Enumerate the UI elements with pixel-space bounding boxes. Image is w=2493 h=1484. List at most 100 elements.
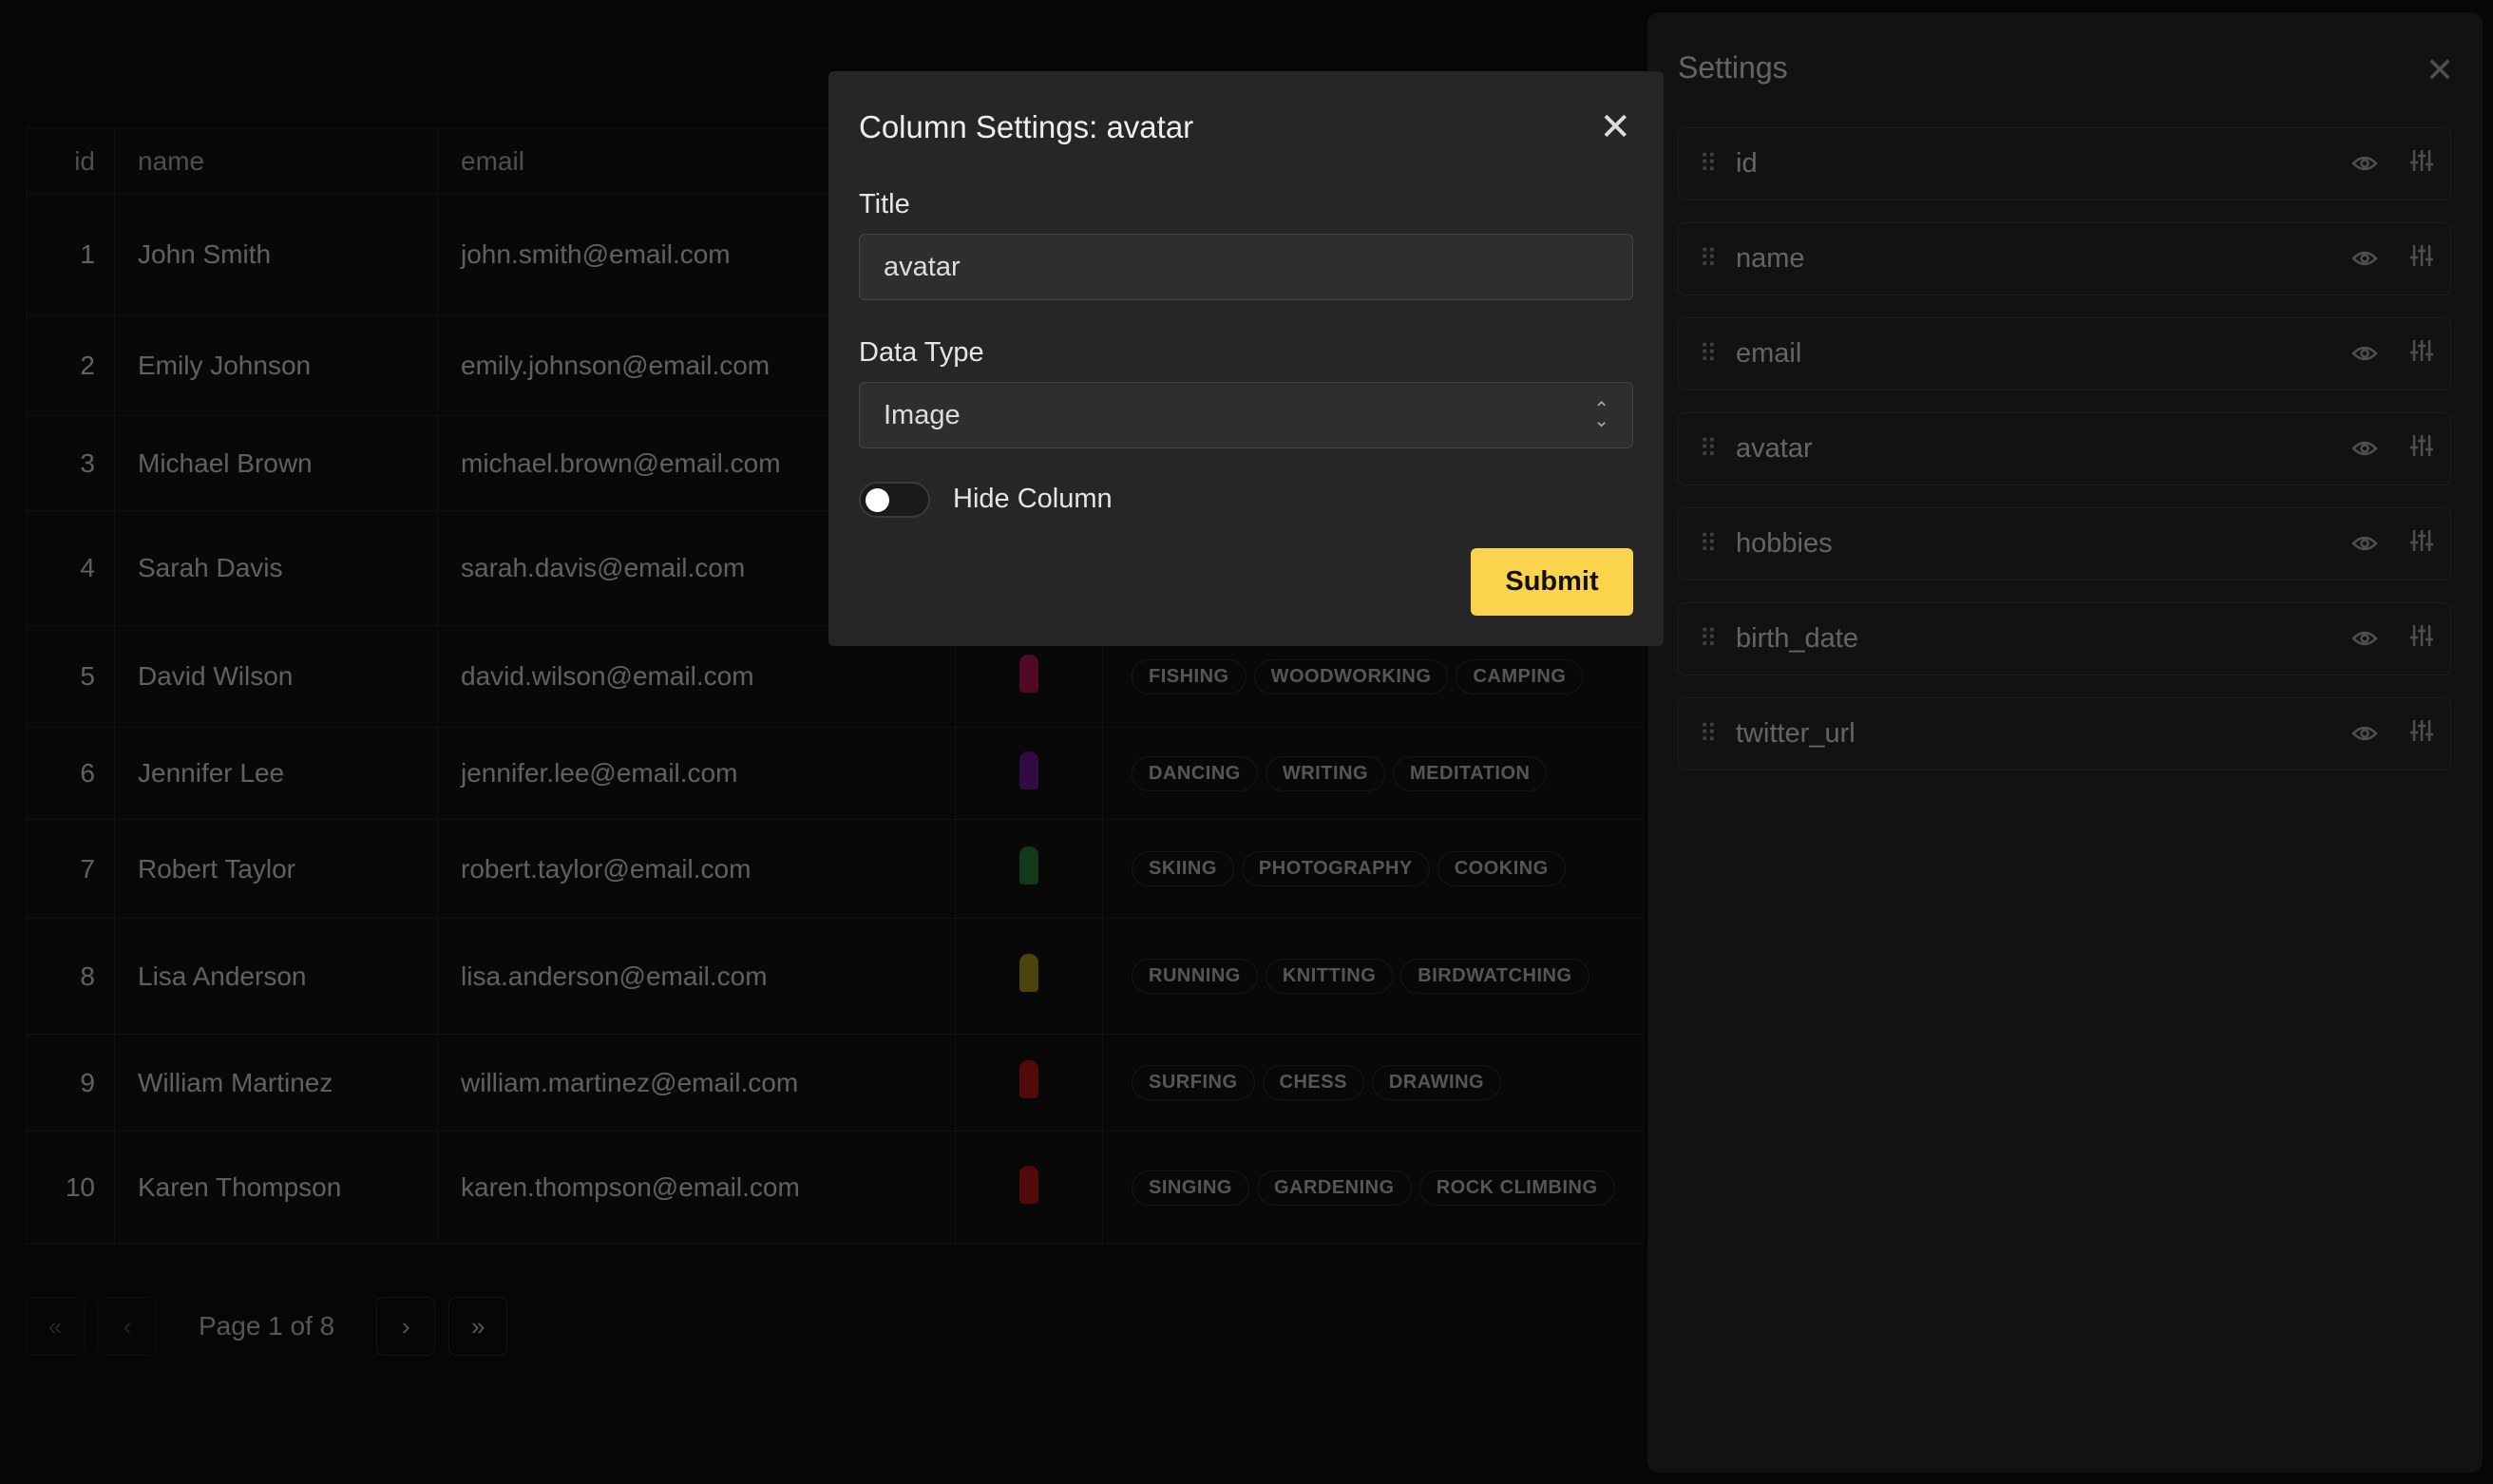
column-label: email <box>1736 338 1802 369</box>
cell-hobbies: SINGING GARDENING ROCK CLIMBING <box>1102 1131 1644 1245</box>
data-type-value: Image <box>884 399 961 430</box>
column-label: birth_date <box>1736 623 1858 654</box>
hobby-tag: WRITING <box>1265 755 1385 791</box>
cell-avatar <box>955 918 1103 1035</box>
hide-column-toggle[interactable] <box>859 482 930 518</box>
eye-icon[interactable] <box>2336 244 2393 275</box>
avatar-image <box>1019 954 1038 992</box>
eye-icon[interactable] <box>2336 529 2393 560</box>
close-icon[interactable]: ✕ <box>2426 50 2454 90</box>
column-label: twitter_url <box>1736 718 1855 749</box>
column-header-id[interactable]: id <box>26 127 115 195</box>
avatar-image <box>1019 1060 1038 1098</box>
column-header-name[interactable]: name <box>114 127 438 195</box>
title-input[interactable]: avatar <box>859 234 1633 300</box>
modal-title: Column Settings: avatar <box>859 109 1194 144</box>
cell-name: John Smith <box>114 194 438 315</box>
settings-panel: Settings ✕ ⠿ id ⠿ name ⠿ email ⠿ avatar … <box>1647 12 2483 1473</box>
sliders-icon[interactable] <box>2393 528 2450 560</box>
cell-id: 4 <box>26 510 115 626</box>
sliders-icon[interactable] <box>2393 338 2450 370</box>
settings-column-name[interactable]: ⠿ name <box>1678 222 2451 295</box>
drag-handle-icon[interactable]: ⠿ <box>1679 529 1736 559</box>
settings-column-twitter_url[interactable]: ⠿ twitter_url <box>1678 697 2451 771</box>
chevron-up-down-icon: ⌃ ⌄ <box>1593 399 1609 431</box>
prev-page-button[interactable]: ‹ <box>98 1297 157 1356</box>
table-row: 9 William Martinez william.martinez@emai… <box>26 1034 1644 1132</box>
settings-column-avatar[interactable]: ⠿ avatar <box>1678 412 2451 485</box>
cell-avatar <box>955 819 1103 919</box>
data-type-select[interactable]: Image ⌃ ⌄ <box>859 382 1633 448</box>
cell-email: jennifer.lee@email.com <box>437 727 956 820</box>
eye-icon[interactable] <box>2336 434 2393 465</box>
cell-id: 5 <box>26 625 115 728</box>
cell-name: William Martinez <box>114 1034 438 1132</box>
drag-handle-icon[interactable]: ⠿ <box>1679 244 1736 274</box>
cell-id: 6 <box>26 727 115 820</box>
page-indicator: Page 1 of 8 <box>199 1311 335 1341</box>
cell-avatar <box>955 1034 1103 1132</box>
hobby-tag: SKIING <box>1132 851 1234 886</box>
close-icon[interactable]: ✕ <box>1599 105 1631 149</box>
hobby-tag: COOKING <box>1437 851 1566 886</box>
avatar-image <box>1019 751 1038 790</box>
hobby-tag: MEDITATION <box>1393 755 1548 791</box>
hobby-tag: DANCING <box>1132 755 1258 791</box>
drag-handle-icon[interactable]: ⠿ <box>1679 149 1736 179</box>
drag-handle-icon[interactable]: ⠿ <box>1679 719 1736 749</box>
sliders-icon[interactable] <box>2393 718 2450 750</box>
hobby-tag: WOODWORKING <box>1253 658 1449 694</box>
cell-id: 10 <box>26 1131 115 1245</box>
submit-button[interactable]: Submit <box>1471 548 1633 616</box>
drag-handle-icon[interactable]: ⠿ <box>1679 339 1736 369</box>
hobby-tag: DRAWING <box>1371 1065 1502 1100</box>
table-row: 8 Lisa Anderson lisa.anderson@email.com … <box>26 918 1644 1035</box>
hobby-tag: SURFING <box>1132 1065 1255 1100</box>
hobby-tag: KNITTING <box>1265 959 1394 994</box>
eye-icon[interactable] <box>2336 339 2393 370</box>
cell-id: 9 <box>26 1034 115 1132</box>
drag-handle-icon[interactable]: ⠿ <box>1679 624 1736 654</box>
hobby-tag: ROCK CLIMBING <box>1418 1170 1615 1206</box>
sliders-icon[interactable] <box>2393 243 2450 275</box>
cell-id: 3 <box>26 415 115 511</box>
pagination: « ‹ Page 1 of 8 › » <box>26 1297 508 1356</box>
cell-name: Robert Taylor <box>114 819 438 919</box>
sliders-icon[interactable] <box>2393 148 2450 180</box>
first-page-button[interactable]: « <box>26 1297 85 1356</box>
sliders-icon[interactable] <box>2393 623 2450 655</box>
settings-column-hobbies[interactable]: ⠿ hobbies <box>1678 507 2451 580</box>
table-row: 10 Karen Thompson karen.thompson@email.c… <box>26 1131 1644 1245</box>
avatar-image <box>1019 1165 1038 1204</box>
cell-name: Karen Thompson <box>114 1131 438 1245</box>
cell-name: David Wilson <box>114 625 438 728</box>
column-label: name <box>1736 243 1805 274</box>
cell-hobbies: SKIING PHOTOGRAPHY COOKING <box>1102 819 1644 919</box>
eye-icon[interactable] <box>2336 719 2393 750</box>
cell-name: Jennifer Lee <box>114 727 438 820</box>
settings-column-email[interactable]: ⠿ email <box>1678 317 2451 390</box>
hobby-tag: RUNNING <box>1132 959 1258 994</box>
avatar-image <box>1019 847 1038 885</box>
next-page-button[interactable]: › <box>376 1297 436 1356</box>
last-page-button[interactable]: » <box>448 1297 508 1356</box>
eye-icon[interactable] <box>2336 149 2393 180</box>
cell-id: 8 <box>26 918 115 1035</box>
cell-id: 2 <box>26 314 115 416</box>
cell-name: Emily Johnson <box>114 314 438 416</box>
column-settings-modal: Column Settings: avatar ✕ Title avatar D… <box>828 71 1664 646</box>
eye-icon[interactable] <box>2336 624 2393 655</box>
settings-column-id[interactable]: ⠿ id <box>1678 127 2451 200</box>
hobby-tag: GARDENING <box>1256 1170 1412 1206</box>
drag-handle-icon[interactable]: ⠿ <box>1679 434 1736 464</box>
cell-name: Michael Brown <box>114 415 438 511</box>
data-type-label: Data Type <box>859 337 984 368</box>
settings-column-birth_date[interactable]: ⠿ birth_date <box>1678 602 2451 675</box>
toggle-knob <box>866 488 889 512</box>
cell-email: robert.taylor@email.com <box>437 819 956 919</box>
avatar-image <box>1019 654 1038 693</box>
table-row: 6 Jennifer Lee jennifer.lee@email.com DA… <box>26 727 1644 820</box>
column-label: id <box>1736 148 1758 179</box>
sliders-icon[interactable] <box>2393 433 2450 465</box>
cell-id: 7 <box>26 819 115 919</box>
